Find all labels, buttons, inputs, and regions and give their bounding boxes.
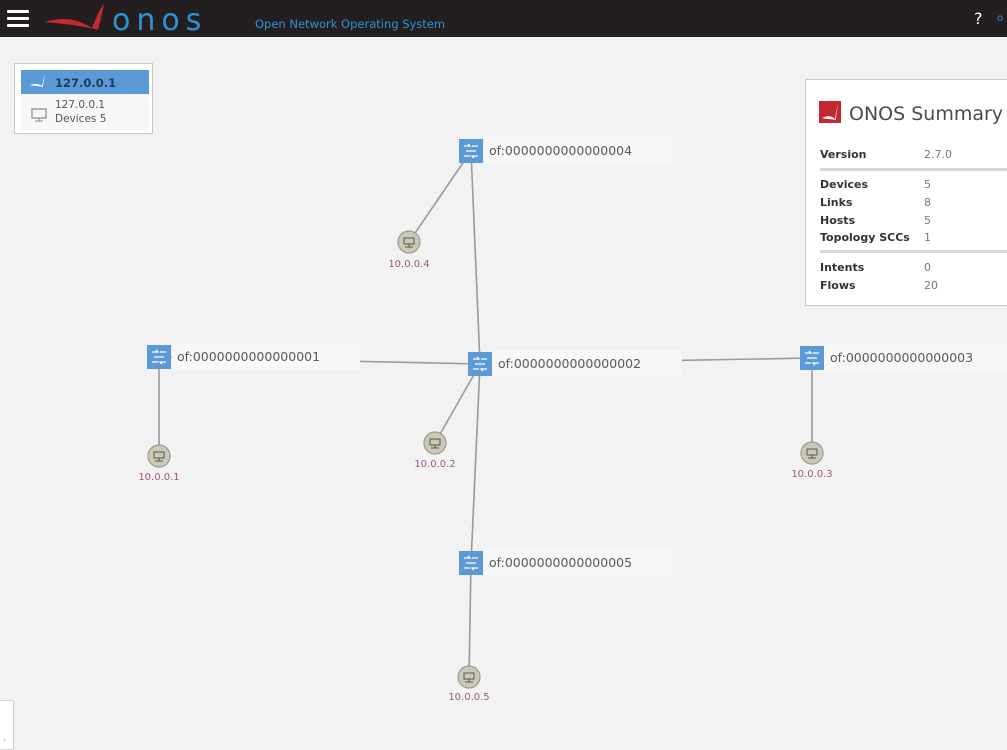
summary-key: Version — [820, 148, 867, 161]
summary-value: 5 — [924, 178, 931, 191]
host-10-0-0-4[interactable]: 10.0.0.4 — [388, 230, 430, 270]
summary-title: ONOS Summary — [849, 103, 1004, 125]
instance-address: 127.0.0.1 — [55, 99, 106, 111]
onos-summary-panel: ONOS Summary Version 2.7.0 Devices 5 Lin… — [805, 79, 1007, 306]
tagline: Open Network Operating System — [255, 17, 446, 31]
summary-value: 8 — [924, 196, 931, 209]
summary-value: 5 — [924, 214, 931, 227]
instance-title: 127.0.0.1 — [55, 76, 117, 90]
onos-summary-icon — [819, 101, 841, 123]
host-10-0-0-1[interactable]: 10.0.0.1 — [138, 444, 180, 483]
host-10-0-0-3[interactable]: 10.0.0.3 — [791, 441, 833, 480]
link-5-h5[interactable] — [468, 562, 472, 678]
summary-key: Links — [820, 196, 853, 209]
summary-key: Flows — [820, 279, 856, 292]
summary-divider — [820, 168, 1007, 171]
menu-icon[interactable] — [7, 10, 29, 28]
top-bar: onos Open Network Operating System ? o — [0, 0, 1007, 37]
summary-key: Hosts — [820, 214, 856, 227]
onos-bird-icon — [30, 75, 45, 87]
summary-value: 0 — [924, 261, 931, 274]
logo-text: onos — [112, 3, 207, 37]
help-icon[interactable]: ? — [974, 9, 983, 28]
user-menu[interactable]: o — [997, 13, 1003, 24]
summary-key: Topology SCCs — [820, 231, 910, 244]
summary-value: 1 — [924, 231, 931, 244]
host-label: 10.0.0.4 — [388, 259, 429, 270]
onos-logo: onos — [44, 3, 207, 37]
instance-body: 127.0.0.1 Devices 5 — [21, 94, 149, 130]
summary-key: Intents — [820, 261, 865, 274]
host-label: 10.0.0.2 — [414, 459, 455, 470]
summary-value: 20 — [924, 279, 938, 292]
summary-key: Devices — [820, 178, 869, 191]
instance-devices: Devices 5 — [55, 113, 107, 125]
summary-divider — [820, 250, 1007, 253]
device-label: of:0000000000000004 — [489, 143, 632, 158]
instance-header[interactable]: 127.0.0.1 — [21, 70, 149, 94]
host-label: 10.0.0.1 — [138, 472, 179, 483]
link-4-2[interactable] — [470, 150, 481, 365]
link-2-5[interactable] — [470, 363, 481, 564]
summary-value: 2.7.0 — [924, 148, 952, 161]
device-label: of:0000000000000001 — [177, 349, 320, 364]
details-panel-toggle[interactable]: › — [0, 700, 14, 750]
device-label: of:0000000000000003 — [830, 350, 973, 365]
monitor-icon — [31, 108, 47, 122]
host-label: 10.0.0.5 — [448, 692, 489, 703]
instance-panel: 127.0.0.1 127.0.0.1 Devices 5 — [14, 63, 153, 134]
link-4-h4[interactable] — [408, 150, 472, 243]
host-10-0-0-5[interactable]: 10.0.0.5 — [448, 665, 490, 703]
device-label: of:0000000000000005 — [489, 555, 632, 570]
chevron-right-icon: › — [3, 735, 7, 744]
host-10-0-0-2[interactable]: 10.0.0.2 — [414, 431, 456, 470]
host-label: 10.0.0.3 — [791, 469, 832, 480]
topology-links — [158, 150, 813, 678]
device-label: of:0000000000000002 — [498, 356, 641, 371]
